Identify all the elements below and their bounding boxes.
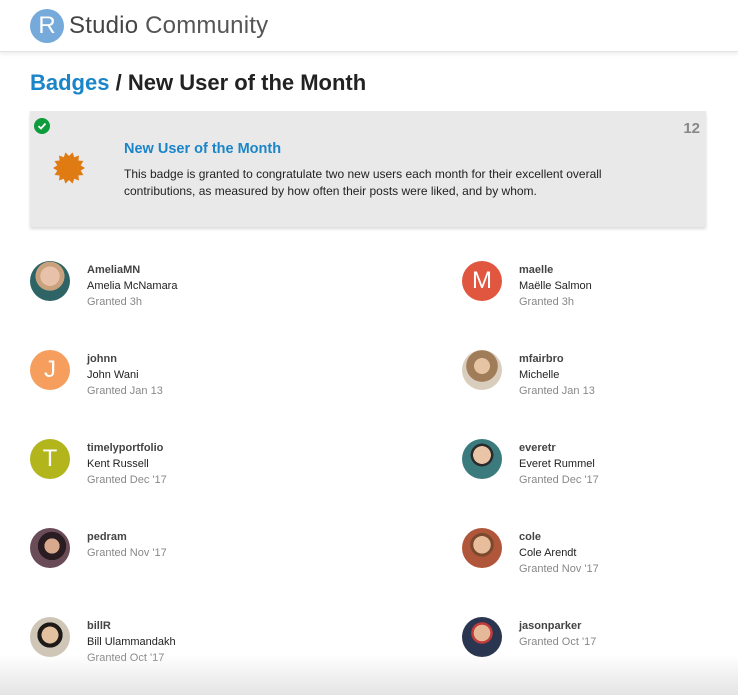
user-card: T timelyportfolio Kent Russell Granted D… xyxy=(30,439,330,499)
user-card: J johnn John Wani Granted Jan 13 xyxy=(30,350,330,410)
username-link[interactable]: mfairbro xyxy=(519,351,595,367)
check-circle-icon xyxy=(34,118,50,134)
user-card: M maelle Maëlle Salmon Granted 3h xyxy=(462,261,738,321)
username-link[interactable]: cole xyxy=(519,529,599,545)
user-full-name: Maëlle Salmon xyxy=(519,280,592,292)
granted-date: Granted Jan 13 xyxy=(519,385,595,397)
user-avatar[interactable] xyxy=(462,528,502,568)
granted-date: Granted Dec '17 xyxy=(519,474,599,486)
user-full-name: Bill Ulammandakh xyxy=(87,636,176,648)
user-avatar[interactable] xyxy=(30,617,70,657)
r-logo-icon: R xyxy=(30,8,64,43)
page-bottom-fade xyxy=(0,655,738,695)
breadcrumb-separator: / xyxy=(115,70,122,95)
username-link[interactable]: billR xyxy=(87,618,176,634)
granted-date: Granted Jan 13 xyxy=(87,385,163,397)
user-full-name: Everet Rummel xyxy=(519,458,595,470)
breadcrumb-badges-link[interactable]: Badges xyxy=(30,70,109,95)
site-name-bold: Studio xyxy=(69,11,139,39)
site-header: R Studio Community xyxy=(0,0,738,52)
username-link[interactable]: everetr xyxy=(519,440,599,456)
user-avatar[interactable] xyxy=(462,350,502,390)
site-name-light: Community xyxy=(145,11,269,39)
granted-date: Granted 3h xyxy=(87,296,143,308)
user-avatar[interactable]: J xyxy=(30,350,70,390)
user-avatar[interactable]: T xyxy=(30,439,70,479)
badge-name-link[interactable]: New User of the Month xyxy=(124,141,281,157)
page-title-text: New User of the Month xyxy=(127,70,367,95)
username-link[interactable]: timelyportfolio xyxy=(87,440,167,456)
user-full-name: Cole Arendt xyxy=(519,547,577,559)
user-card: pedram Granted Nov '17 xyxy=(30,528,330,588)
user-full-name: John Wani xyxy=(87,369,139,381)
granted-date: Granted 3h xyxy=(519,296,575,308)
badge-card: 12 New User of the Month This badge is g… xyxy=(30,111,706,227)
user-avatar[interactable] xyxy=(30,261,70,301)
granted-date: Granted Nov '17 xyxy=(87,547,167,559)
user-avatar[interactable] xyxy=(462,439,502,479)
user-card: everetr Everet Rummel Granted Dec '17 xyxy=(462,439,738,499)
user-full-name: Kent Russell xyxy=(87,458,149,470)
badge-grant-count: 12 xyxy=(683,120,700,137)
page-title: Badges / New User of the Month xyxy=(30,70,366,96)
badge-description: This badge is granted to congratulate tw… xyxy=(124,167,602,198)
username-link[interactable]: maelle xyxy=(519,262,592,278)
user-avatar[interactable] xyxy=(462,617,502,657)
user-avatar[interactable]: M xyxy=(462,261,502,301)
username-link[interactable]: AmeliaMN xyxy=(87,262,177,278)
username-link[interactable]: johnn xyxy=(87,351,163,367)
badge-certificate-icon xyxy=(52,151,86,185)
user-card: mfairbro Michelle Granted Jan 13 xyxy=(462,350,738,410)
granted-date: Granted Oct '17 xyxy=(519,636,597,648)
granted-date: Granted Nov '17 xyxy=(519,563,599,575)
site-name: Studio Community xyxy=(69,12,268,40)
username-link[interactable]: pedram xyxy=(87,529,167,545)
user-full-name: Michelle xyxy=(519,369,560,381)
user-card: AmeliaMN Amelia McNamara Granted 3h xyxy=(30,261,330,321)
user-avatar[interactable] xyxy=(30,528,70,568)
user-card: cole Cole Arendt Granted Nov '17 xyxy=(462,528,738,588)
granted-date: Granted Dec '17 xyxy=(87,474,167,486)
user-full-name: Amelia McNamara xyxy=(87,280,178,292)
username-link[interactable]: jasonparker xyxy=(519,618,596,634)
site-logo[interactable]: R Studio Community xyxy=(30,8,268,43)
